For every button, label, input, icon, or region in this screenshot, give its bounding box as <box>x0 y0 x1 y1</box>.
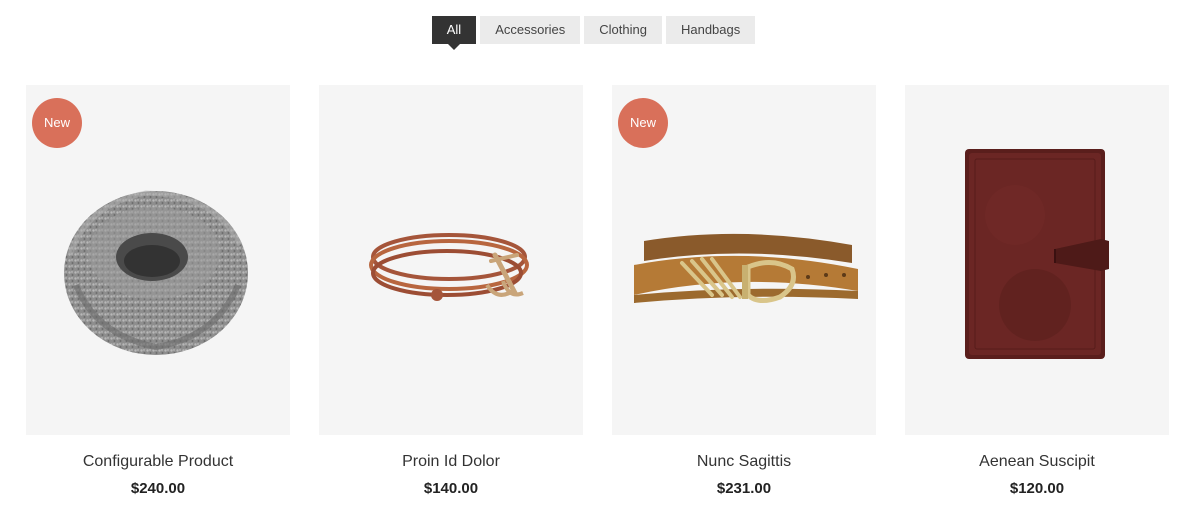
tab-label: All <box>446 22 462 37</box>
tab-clothing[interactable]: Clothing <box>584 16 662 44</box>
category-filter-tabs: All Accessories Clothing Handbags <box>0 16 1191 50</box>
product-grid: New Configurable Product $240.00 Proin I… <box>26 85 1169 499</box>
tab-label: Accessories <box>495 22 566 37</box>
leather-anchor-bracelet-image <box>369 233 529 301</box>
tab-label: Clothing <box>599 22 647 37</box>
product-image-link[interactable] <box>319 85 583 435</box>
tab-handbags[interactable]: Handbags <box>665 16 756 44</box>
product-image-link[interactable]: New <box>612 85 876 435</box>
product-card: Proin Id Dolor $140.00 <box>319 85 583 499</box>
product-image-link[interactable] <box>905 85 1169 435</box>
product-name[interactable]: Configurable Product <box>26 452 290 472</box>
tab-accessories[interactable]: Accessories <box>480 16 581 44</box>
product-name[interactable]: Proin Id Dolor <box>319 452 583 472</box>
tab-label: Handbags <box>680 22 741 37</box>
product-price: $120.00 <box>1009 480 1065 497</box>
product-price: $231.00 <box>716 480 772 497</box>
leather-wallet-image <box>965 149 1109 359</box>
product-name[interactable]: Nunc Sagittis <box>612 452 876 472</box>
new-badge: New <box>32 98 82 148</box>
product-card: Aenean Suscipit $120.00 <box>905 85 1169 499</box>
product-price: $240.00 <box>130 480 186 497</box>
new-badge: New <box>618 98 668 148</box>
product-card: New Nunc Sagittis $231.00 <box>612 85 876 499</box>
active-tab-caret-icon <box>447 44 460 50</box>
product-image-link[interactable]: New <box>26 85 290 435</box>
product-card: New Configurable Product $240.00 <box>26 85 290 499</box>
product-price: $140.00 <box>423 480 479 497</box>
product-listing-page: All Accessories Clothing Handbags New Co… <box>0 0 1195 529</box>
tab-all[interactable]: All <box>431 16 477 50</box>
product-name[interactable]: Aenean Suscipit <box>905 452 1169 472</box>
